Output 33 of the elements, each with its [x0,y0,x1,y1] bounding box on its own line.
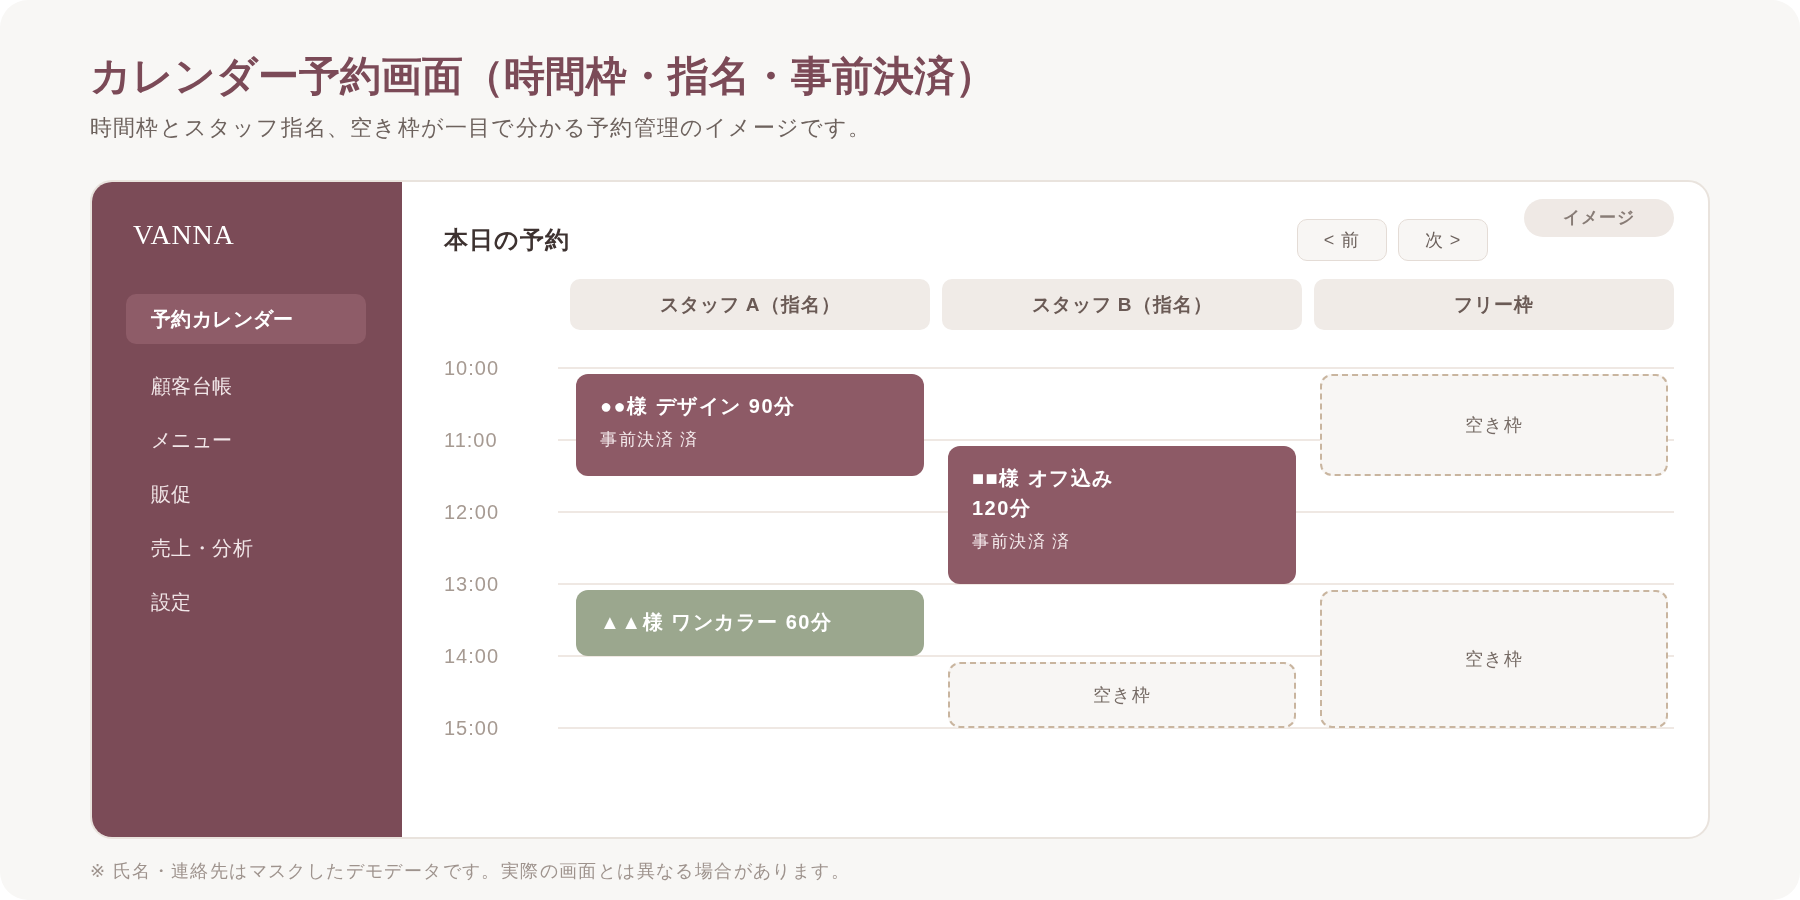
column-header: スタッフ A（指名） [570,279,930,330]
time-label: 12:00 [444,500,501,524]
label-badge: イメージ [1524,199,1674,237]
page-title: カレンダー予約画面（時間枠・指名・事前決済） [90,52,997,101]
booking-title: ▲▲様 ワンカラー 60分 [600,610,834,635]
free-slot[interactable]: 空き枠 [1320,590,1668,728]
free-slot[interactable]: 空き枠 [1320,374,1668,476]
booking-card[interactable]: ■■様 オフ込み 120分 事前決済 済 [948,446,1296,584]
brand-name: VANNA [133,219,236,251]
booking-card[interactable]: ●●様 デザイン 90分 事前決済 済 [576,374,924,476]
sidebar-item[interactable]: 販促 [126,469,366,519]
sidebar-item[interactable]: 設定 [126,577,366,627]
next-button[interactable]: 次 > [1398,219,1488,261]
time-label: 14:00 [444,644,501,668]
section-title: 本日の予約 [444,225,571,255]
time-label: 11:00 [444,428,499,452]
footnote-text: ※ 氏名・連絡先はマスクしたデモデータです。実際の画面とは異なる場合があります。 [90,860,852,883]
sidebar-item[interactable]: 売上・分析 [126,523,366,573]
time-label: 13:00 [444,572,501,596]
column-header: スタッフ B（指名） [942,279,1302,330]
booking-title: ●●様 デザイン 90分 [600,394,797,419]
page-subtitle: 時間枠とスタッフ指名、空き枠が一目で分かる予約管理のイメージです。 [90,114,873,142]
sidebar-item[interactable]: メニュー [126,415,366,465]
sidebar-item[interactable]: 顧客台帳 [126,361,366,411]
column-header: フリー枠 [1314,279,1674,330]
previous-button[interactable]: < 前 [1297,219,1387,261]
booking-title: ■■様 オフ込み 120分 [972,466,1115,521]
sidebar-item[interactable]: 予約カレンダー [126,294,366,344]
payment-status: 事前決済 済 [972,531,1072,553]
time-label: 15:00 [444,716,501,740]
time-label: 10:00 [444,356,501,380]
free-slot[interactable]: 空き枠 [948,662,1296,728]
payment-status: 事前決済 済 [600,429,700,451]
